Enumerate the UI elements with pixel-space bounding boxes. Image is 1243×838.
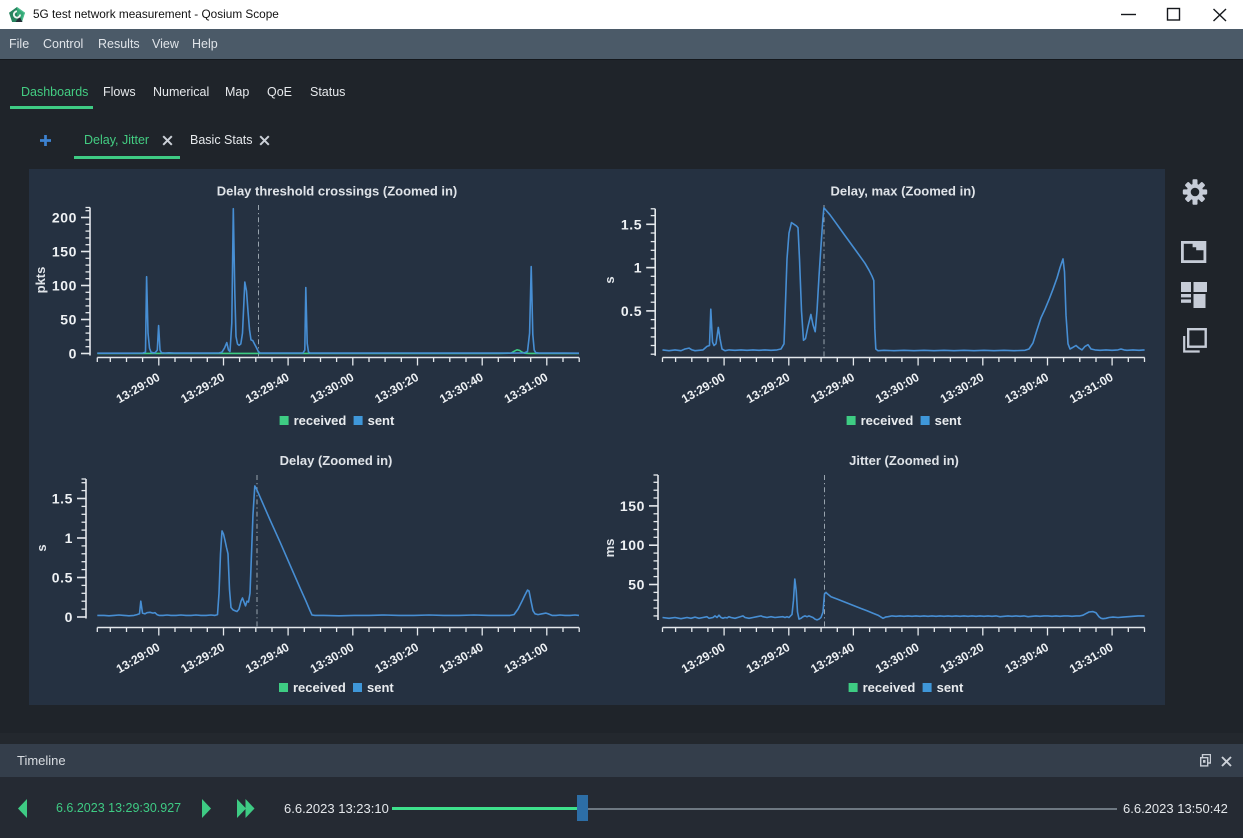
svg-text:received: received [294, 413, 347, 428]
svg-text:13:30:40: 13:30:40 [437, 370, 486, 406]
svg-text:13:31:00: 13:31:00 [502, 370, 551, 406]
svg-text:Delay, max (Zoomed in): Delay, max (Zoomed in) [831, 184, 976, 199]
svg-text:13:29:00: 13:29:00 [679, 370, 728, 406]
svg-text:13:29:00: 13:29:00 [114, 640, 163, 676]
svg-text:50: 50 [628, 577, 645, 593]
svg-text:13:30:00: 13:30:00 [308, 640, 357, 676]
svg-text:13:30:20: 13:30:20 [372, 640, 421, 676]
svg-text:13:30:00: 13:30:00 [873, 370, 922, 406]
svg-text:Delay (Zoomed in): Delay (Zoomed in) [280, 453, 393, 468]
svg-text:13:29:40: 13:29:40 [243, 370, 292, 406]
svg-text:sent: sent [368, 413, 395, 428]
svg-text:13:29:00: 13:29:00 [679, 640, 728, 676]
svg-text:13:30:40: 13:30:40 [1002, 370, 1051, 406]
svg-text:1: 1 [65, 530, 73, 546]
svg-text:0.5: 0.5 [52, 570, 73, 586]
svg-text:s: s [602, 276, 617, 283]
svg-text:13:29:40: 13:29:40 [243, 640, 292, 676]
svg-text:13:31:00: 13:31:00 [502, 640, 551, 676]
svg-text:sent: sent [937, 680, 964, 695]
svg-text:sent: sent [367, 680, 394, 695]
svg-text:13:29:20: 13:29:20 [744, 370, 793, 406]
svg-text:received: received [863, 680, 916, 695]
svg-text:1: 1 [634, 260, 642, 276]
svg-text:1.5: 1.5 [621, 216, 642, 232]
svg-text:Delay threshold crossings (Zoo: Delay threshold crossings (Zoomed in) [217, 184, 458, 199]
svg-text:Jitter (Zoomed in): Jitter (Zoomed in) [849, 453, 959, 468]
svg-text:13:29:20: 13:29:20 [178, 640, 227, 676]
svg-text:pkts: pkts [33, 267, 48, 294]
svg-text:13:29:20: 13:29:20 [744, 640, 793, 676]
svg-text:100: 100 [620, 537, 645, 553]
svg-text:200: 200 [52, 210, 77, 226]
svg-text:13:29:40: 13:29:40 [808, 370, 857, 406]
svg-text:received: received [861, 413, 914, 428]
svg-text:13:30:40: 13:30:40 [1002, 640, 1051, 676]
svg-text:13:29:00: 13:29:00 [114, 370, 163, 406]
svg-text:13:31:00: 13:31:00 [1067, 370, 1116, 406]
svg-text:13:29:20: 13:29:20 [178, 370, 227, 406]
svg-text:13:30:20: 13:30:20 [938, 370, 987, 406]
svg-text:13:30:20: 13:30:20 [372, 370, 421, 406]
svg-text:100: 100 [52, 278, 77, 294]
svg-text:150: 150 [52, 244, 77, 260]
svg-text:13:30:00: 13:30:00 [308, 370, 357, 406]
svg-text:0: 0 [69, 346, 77, 362]
svg-text:received: received [293, 680, 346, 695]
svg-text:1.5: 1.5 [52, 491, 73, 507]
svg-text:ms: ms [602, 539, 617, 558]
svg-text:13:29:40: 13:29:40 [808, 640, 857, 676]
svg-text:sent: sent [935, 413, 962, 428]
svg-text:0.5: 0.5 [621, 303, 642, 319]
svg-text:150: 150 [620, 498, 645, 514]
svg-text:13:31:00: 13:31:00 [1067, 640, 1116, 676]
svg-text:13:30:00: 13:30:00 [873, 640, 922, 676]
svg-text:s: s [34, 544, 49, 551]
svg-text:13:30:20: 13:30:20 [938, 640, 987, 676]
svg-text:13:30:40: 13:30:40 [437, 640, 486, 676]
svg-text:50: 50 [60, 312, 77, 328]
svg-text:0: 0 [65, 609, 73, 625]
